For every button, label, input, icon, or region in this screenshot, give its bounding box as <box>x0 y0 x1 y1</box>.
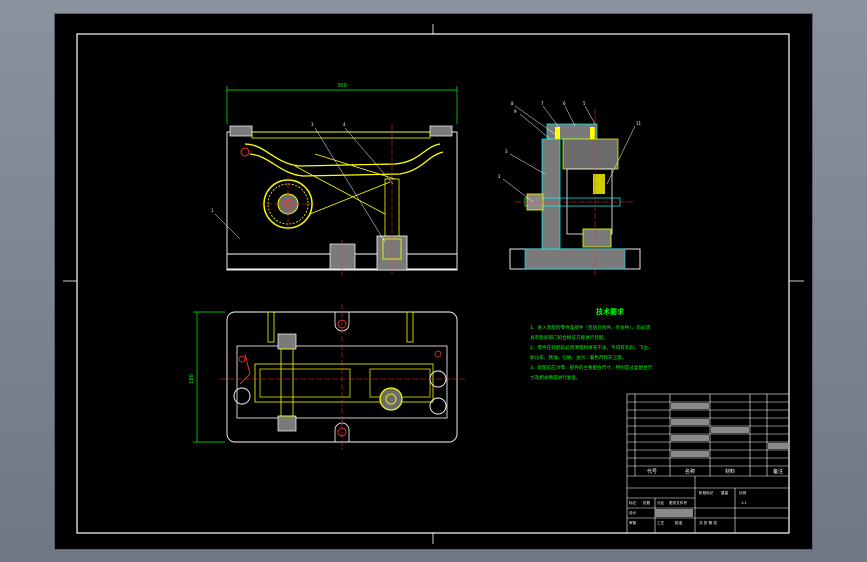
top-view: 180 <box>189 304 465 450</box>
sign-label-mark: 标记 <box>629 500 637 505</box>
svg-text:8: 8 <box>511 101 514 106</box>
svg-text:11: 11 <box>636 121 642 126</box>
side-view: 8 9 7 6 5 11 3 2 <box>498 101 642 276</box>
svg-text:6: 6 <box>563 101 566 106</box>
sheet-text: 共 张 第 张 <box>699 520 717 525</box>
tech-req-line-2: 具有检验部门的合格证方能进行装配。 <box>530 334 608 341</box>
svg-text:5: 5 <box>583 101 586 106</box>
title-block-material-header: 材料 <box>725 468 735 475</box>
svg-text:4: 4 <box>343 122 346 127</box>
svg-text:3: 3 <box>311 122 314 127</box>
front-dim-label: 300 <box>337 83 347 89</box>
title-block: 代号 名称 材料 备注 标记 处数 分区 更改文件号 设计 审核 工艺 批准 阶… <box>626 393 790 534</box>
front-view: 300 1 3 4 <box>211 83 458 276</box>
sign-label-count: 处数 <box>643 500 651 505</box>
fixture-assembly-drawing: 300 1 3 4 8 9 7 6 5 11 3 2 180 技术要求 1、进入… <box>63 24 804 544</box>
approval-approve: 批准 <box>675 520 683 525</box>
title-block-code-header: 代号 <box>647 468 657 475</box>
svg-text:7: 7 <box>541 101 544 106</box>
stage-weight-label: 重量 <box>721 490 729 495</box>
sign-label-change: 更改文件号 <box>669 500 687 505</box>
tech-req-line-3: 2、零件在装配前必须清理和清洗干净，不得有毛刺、飞边、 <box>530 344 652 351</box>
tech-req-line-6: 寸及相关精度进行复查。 <box>530 374 581 381</box>
tech-req-line-1: 1、进入装配的零件及部件（包括外购件、外协件），均必须 <box>530 324 650 331</box>
tech-req-line-5: 3、装配前应对零、部件的主要配合尺寸，特别是过盈配合尺 <box>530 364 653 371</box>
stage-mark-label: 阶段标记 <box>699 490 714 495</box>
approval-design: 设计 <box>629 510 637 515</box>
title-block-remark-header: 备注 <box>773 468 783 475</box>
approval-process: 工艺 <box>657 520 665 525</box>
sign-label-zone: 分区 <box>657 500 665 505</box>
title-block-name-header: 名称 <box>685 468 695 475</box>
approval-review: 审核 <box>629 520 637 525</box>
tech-req-line-4: 氧化皮、锈蚀、切屑、油污、着色剂和灰尘等。 <box>530 354 626 361</box>
svg-text:2: 2 <box>498 174 501 179</box>
svg-text:1: 1 <box>211 208 214 213</box>
stage-scale-label: 比例 <box>739 490 747 495</box>
top-dim-label: 180 <box>189 374 195 384</box>
scale-value: 1:1 <box>741 501 747 505</box>
tech-requirements-title: 技术要求 <box>596 307 625 316</box>
front-view-dim <box>226 86 458 124</box>
tech-requirements: 技术要求 1、进入装配的零件及部件（包括外购件、外协件），均必须 具有检验部门的… <box>530 307 653 381</box>
svg-text:9: 9 <box>514 109 517 114</box>
cad-drawing-viewport[interactable]: 300 1 3 4 8 9 7 6 5 11 3 2 180 技术要求 1、进入… <box>55 14 812 549</box>
svg-text:3: 3 <box>505 149 508 154</box>
